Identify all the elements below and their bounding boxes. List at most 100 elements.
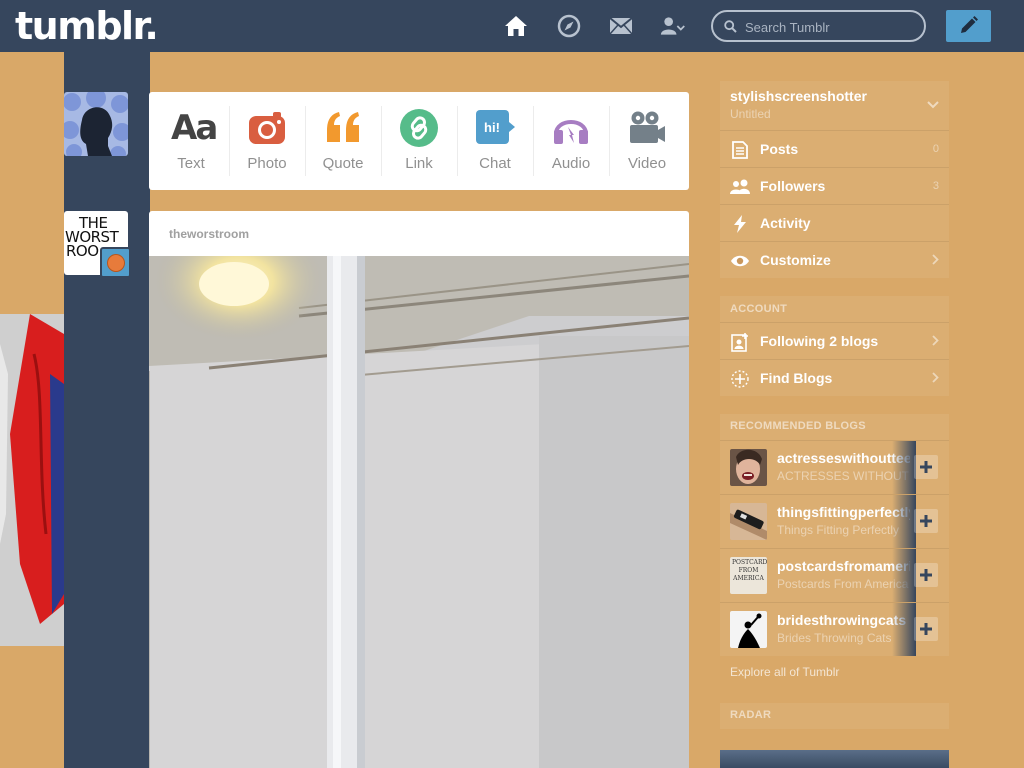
row-fade-overlay	[892, 441, 916, 494]
sidebar-item-posts[interactable]: Posts 0	[720, 130, 949, 167]
post-type-text[interactable]: Aa Text	[153, 92, 229, 190]
recommended-heading: RECOMMENDED BLOGS	[730, 420, 866, 432]
post-type-label: Quote	[322, 155, 364, 172]
chevron-right-icon	[932, 254, 939, 265]
posts-count: 0	[932, 143, 939, 155]
explore-link[interactable]: Explore all of Tumblr	[730, 665, 839, 679]
post-type-link[interactable]: Link	[381, 92, 457, 190]
follow-button[interactable]	[914, 509, 938, 533]
search-box[interactable]	[711, 10, 926, 42]
recommended-blog-name: bridesthrowingcats	[777, 612, 907, 628]
blog-thumbnail	[730, 503, 767, 540]
recommended-blog[interactable]: POSTCARDS FROM AMERICA postcardsfromamer…	[720, 548, 949, 602]
sidebar-item-find-blogs[interactable]: Find Blogs	[720, 359, 949, 396]
quote-icon	[327, 112, 359, 142]
home-icon[interactable]	[503, 13, 529, 39]
blog-thumbnail	[730, 611, 767, 648]
pencil-icon	[961, 16, 978, 33]
account-heading: ACCOUNT	[730, 303, 788, 315]
recommended-blog-title: Things Fitting Perfectly	[777, 523, 900, 537]
dashboard-avatar-column	[64, 52, 150, 768]
plus-icon	[920, 461, 932, 473]
followers-count: 3	[932, 180, 939, 192]
post-type-label: Video	[627, 155, 667, 172]
camera-icon	[249, 112, 285, 144]
sidebar-item-label: Find Blogs	[760, 370, 833, 386]
blog-title: Untitled	[730, 107, 771, 121]
row-fade-overlay	[892, 603, 916, 656]
account-panel: ACCOUNT Following 2 blogs Find Blogs	[720, 296, 949, 396]
thumbnail-text-line: POSTCARDS	[732, 559, 767, 566]
radar-heading-bar: RADAR	[720, 703, 949, 729]
chevron-right-icon	[932, 335, 939, 346]
top-navigation-bar: tumblr.	[0, 0, 1024, 52]
plus-icon	[920, 515, 932, 527]
sidebar-item-label: Posts	[760, 141, 799, 157]
tumblr-logo[interactable]: tumblr.	[15, 4, 159, 48]
inbox-envelope-icon[interactable]	[608, 13, 634, 39]
post-type-video[interactable]: Video	[609, 92, 685, 190]
video-camera-icon	[630, 111, 665, 143]
blog-thumbnail	[730, 449, 767, 486]
plus-icon	[920, 623, 932, 635]
chevron-down-icon	[927, 101, 939, 109]
user-avatar[interactable]	[64, 92, 128, 156]
recommended-blog-title: ACTRESSES WITHOUT TEETH	[777, 469, 910, 483]
blog-name: stylishscreenshotter	[730, 88, 867, 104]
chat-bubble-icon: hi!	[476, 110, 515, 144]
activity-bolt-icon	[734, 215, 746, 233]
sidebar-item-label: Followers	[760, 178, 826, 194]
customize-eye-icon	[731, 255, 749, 267]
row-fade-overlay	[892, 495, 916, 548]
recommended-blog-title: Postcards From America	[777, 577, 909, 591]
reblog-source-avatar[interactable]	[100, 247, 131, 278]
recommended-blog[interactable]: thingsfittingperfectly Things Fitting Pe…	[720, 494, 949, 548]
follow-button[interactable]	[914, 563, 938, 587]
post-type-quote[interactable]: Quote	[305, 92, 381, 190]
explore-compass-icon[interactable]	[556, 13, 582, 39]
dashboard-post: theworstroom	[149, 211, 689, 768]
post-type-photo[interactable]: Photo	[229, 92, 305, 190]
sidebar-item-label: Customize	[760, 252, 831, 268]
chat-glyph: hi!	[484, 120, 500, 135]
recommended-blog-name: thingsfittingperfectly	[777, 504, 910, 520]
post-blog-name[interactable]: theworstroom	[169, 227, 249, 241]
posts-icon	[732, 141, 748, 159]
sidebar-item-following[interactable]: Following 2 blogs	[720, 322, 949, 359]
thumbnail-text-line: FROM	[738, 567, 759, 574]
sidebar-item-followers[interactable]: Followers 3	[720, 167, 949, 204]
sidebar-item-customize[interactable]: Customize	[720, 241, 949, 278]
recommended-blog[interactable]: bridesthrowingcats Brides Throwing Cats	[720, 602, 949, 656]
recommended-blog-name: postcardsfromamerica	[777, 558, 910, 574]
search-icon	[724, 20, 737, 33]
post-type-chat[interactable]: hi! Chat	[457, 92, 533, 190]
post-photo[interactable]	[149, 256, 689, 768]
search-input[interactable]	[745, 17, 915, 37]
thumbnail-text-line: AMERICA	[733, 575, 764, 582]
recommended-blog[interactable]: actresseswithoutteeth ACTRESSES WITHOUT …	[720, 440, 949, 494]
account-user-icon[interactable]	[660, 13, 686, 39]
follow-button[interactable]	[914, 455, 938, 479]
blog-thumbnail: POSTCARDS FROM AMERICA	[730, 557, 767, 594]
blog-switcher[interactable]: stylishscreenshotter Untitled	[720, 81, 949, 130]
row-fade-overlay	[892, 549, 916, 602]
headphones-icon	[554, 120, 588, 144]
compose-post-button[interactable]	[946, 10, 991, 42]
sidebar-item-activity[interactable]: Activity	[720, 204, 949, 241]
followers-icon	[730, 179, 750, 194]
following-icon	[731, 333, 748, 352]
follow-button[interactable]	[914, 617, 938, 641]
recommended-heading-bar: RECOMMENDED BLOGS	[720, 414, 949, 440]
chevron-right-icon	[932, 372, 939, 383]
post-type-selector: Aa Text Photo Quote Link hi! Chat Audio …	[149, 92, 689, 190]
post-type-label: Audio	[551, 155, 591, 172]
plus-icon	[920, 569, 932, 581]
post-type-audio[interactable]: Audio	[533, 92, 609, 190]
post-type-label: Photo	[247, 155, 287, 172]
post-type-label: Text	[177, 155, 205, 172]
background-decoration-image	[0, 314, 64, 646]
recommended-blog-name: actresseswithoutteeth	[777, 450, 910, 466]
text-aa-icon: Aa	[171, 108, 218, 148]
recommended-blog-title: Brides Throwing Cats	[777, 631, 892, 645]
radar-post-image[interactable]	[720, 750, 949, 768]
